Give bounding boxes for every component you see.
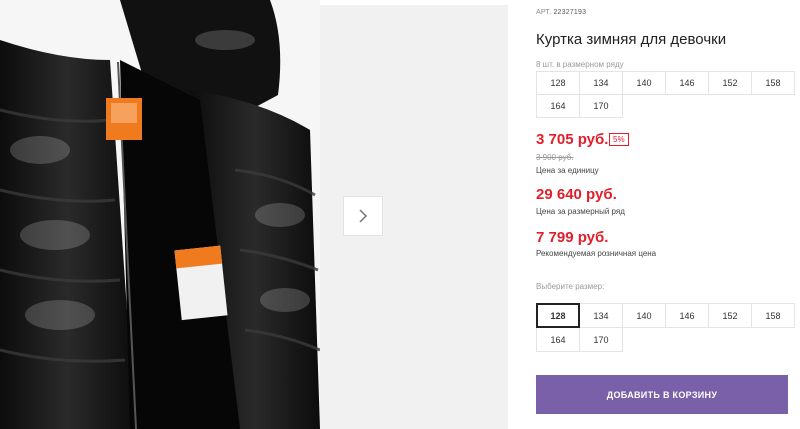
size-row-item: 170 xyxy=(579,94,623,118)
size-selector: 128 134 140 146 152 158 164 170 xyxy=(536,303,795,352)
discount-badge: 5% xyxy=(609,133,629,146)
size-option-selected[interactable]: 128 xyxy=(536,303,580,328)
unit-price: 3 705 руб. xyxy=(536,131,609,148)
next-photo-button[interactable] xyxy=(343,196,383,236)
article-label: АРТ. xyxy=(536,9,552,16)
chevron-right-icon xyxy=(359,209,368,223)
product-photo[interactable] xyxy=(0,0,320,429)
size-row-grid: 128 134 140 146 152 158 164 170 xyxy=(536,71,795,118)
product-info: АРТ. 22327193 Куртка зимняя для девочки … xyxy=(536,0,800,429)
add-to-cart-button[interactable]: ДОБАВИТЬ В КОРЗИНУ xyxy=(536,375,788,414)
size-row-item: 146 xyxy=(665,71,709,95)
size-option[interactable]: 158 xyxy=(751,303,795,328)
jacket-image xyxy=(0,0,320,429)
size-row-item: 158 xyxy=(751,71,795,95)
size-option[interactable]: 140 xyxy=(622,303,666,328)
row-price-caption: Цена за размерный ряд xyxy=(536,207,625,216)
unit-price-caption: Цена за единицу xyxy=(536,166,599,175)
size-option[interactable]: 164 xyxy=(536,327,580,352)
size-option[interactable]: 152 xyxy=(708,303,752,328)
row-price: 29 640 руб. xyxy=(536,186,617,203)
retail-price-caption: Рекомендуемая розничная цена xyxy=(536,249,657,258)
size-option[interactable]: 134 xyxy=(579,303,623,328)
article: АРТ. 22327193 xyxy=(536,9,586,16)
size-row-item: 140 xyxy=(622,71,666,95)
size-row-caption: 8 шт. в размерном ряду xyxy=(536,60,624,69)
size-row-item: 152 xyxy=(708,71,752,95)
size-row-item: 128 xyxy=(536,71,580,95)
size-row-item: 134 xyxy=(579,71,623,95)
old-price: 3 900 руб. xyxy=(536,153,574,162)
size-select-label: Выберите размер: xyxy=(536,282,605,291)
product-title: Куртка зимняя для девочки xyxy=(536,31,727,48)
size-option[interactable]: 170 xyxy=(579,327,623,352)
size-row-item: 164 xyxy=(536,94,580,118)
product-gallery xyxy=(0,0,508,429)
article-number: 22327193 xyxy=(553,9,587,16)
retail-price: 7 799 руб. xyxy=(536,229,609,246)
size-option[interactable]: 146 xyxy=(665,303,709,328)
